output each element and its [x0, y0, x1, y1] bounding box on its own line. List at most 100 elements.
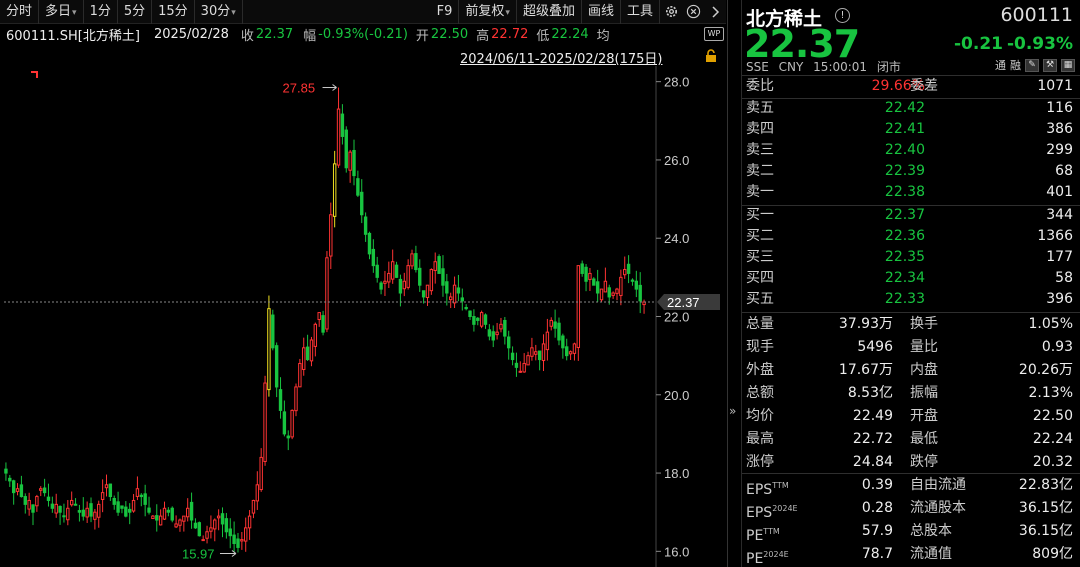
edit-icon[interactable]: ✎ — [1025, 58, 1039, 72]
fund-value: 0.28 — [861, 500, 893, 516]
period-tab-multiday[interactable]: 多日 — [39, 0, 84, 24]
draw-line-button[interactable]: 画线 — [582, 0, 621, 24]
ask-row[interactable]: 卖四 22.41 386 — [742, 119, 1080, 140]
date-range-text[interactable]: 2024/06/11-2025/02/28(175日) — [460, 52, 663, 67]
grid-icon[interactable]: ▦ — [1061, 58, 1075, 72]
bid-price: 22.33 — [884, 291, 925, 307]
stat-label: 均价 — [746, 408, 774, 424]
candle — [170, 506, 174, 523]
stat-label: 外盘 — [746, 362, 774, 378]
bid-row[interactable]: 买三 22.35 177 — [742, 247, 1080, 268]
date-range[interactable]: 2024/06/11-2025/02/28(175日) — [460, 48, 726, 67]
ask-price: 22.40 — [884, 142, 925, 158]
stat-value: 2.13% — [1028, 385, 1073, 401]
y-tick-label: 22.0 — [664, 310, 689, 325]
tool-icon[interactable]: ⚒ — [1043, 58, 1057, 72]
bid-label: 买五 — [746, 291, 774, 307]
bid-volume: 396 — [1046, 291, 1073, 307]
stat-value: 17.67万 — [838, 362, 893, 378]
ask-label: 卖五 — [746, 100, 774, 116]
bid-price: 22.36 — [884, 228, 925, 244]
stat-label: 跌停 — [910, 454, 938, 470]
currency: CNY — [778, 60, 804, 74]
period-tab-30min[interactable]: 30分 — [195, 0, 243, 24]
fundamental-row: EPS2024E 0.28 流通股本 36.15亿 — [742, 497, 1080, 521]
stats-row: 均价 22.49 开盘 22.50 — [742, 405, 1080, 428]
stat-label: 量比 — [910, 339, 938, 355]
stat-label: 内盘 — [910, 362, 938, 378]
stats-row: 总额 8.53亿 振幅 2.13% — [742, 382, 1080, 405]
ask-volume: 68 — [1055, 163, 1073, 179]
stat-value: 20.26万 — [1018, 362, 1073, 378]
fund-label: 自由流通 — [910, 477, 966, 493]
tag-tong: 通 — [995, 59, 1006, 72]
fund-value: 22.83亿 — [1018, 477, 1073, 493]
bid-row[interactable]: 买二 22.36 1366 — [742, 226, 1080, 247]
period-tab-1min[interactable]: 1分 — [84, 0, 118, 24]
ask-volume: 386 — [1046, 121, 1073, 137]
bid-price: 22.37 — [884, 207, 925, 223]
fund-value: 57.9 — [861, 523, 893, 539]
bid-volume: 177 — [1046, 249, 1073, 265]
stat-label: 最高 — [746, 431, 774, 447]
candlestick-chart[interactable]: 28.0 26.0 24.0 22.0 20.0 18.0 16.0 22.37 27.85 1… — [0, 66, 726, 567]
info-icon[interactable]: ! — [835, 8, 850, 23]
price-change: -0.21 — [954, 34, 1003, 54]
bid-row[interactable]: 买一 22.37 344 — [742, 205, 1080, 226]
ask-price: 22.39 — [884, 163, 925, 179]
candle — [267, 295, 271, 397]
candle — [325, 251, 329, 333]
candle — [263, 375, 267, 466]
stat-label: 振幅 — [910, 385, 938, 401]
period-tab-15min[interactable]: 15分 — [152, 0, 195, 24]
bid-volume: 1366 — [1037, 228, 1073, 244]
lock-icon[interactable] — [704, 49, 718, 63]
close-value: 22.37 — [255, 26, 294, 42]
ask-row[interactable]: 卖五 22.42 116 — [742, 98, 1080, 119]
tools-button[interactable]: 工具 — [621, 0, 660, 24]
fund-value: 809亿 — [1032, 546, 1073, 562]
fund-value: 36.15亿 — [1018, 500, 1073, 516]
collapse-icon[interactable]: » — [729, 404, 736, 418]
y-tick-label: 18.0 — [664, 466, 689, 481]
chevron-right-icon[interactable] — [704, 0, 726, 24]
candle — [290, 409, 294, 440]
ask-row[interactable]: 卖一 22.38 401 — [742, 182, 1080, 203]
adjust-button[interactable]: 前复权 — [459, 0, 517, 24]
stats-row: 外盘 17.67万 内盘 20.26万 — [742, 359, 1080, 382]
bid-row[interactable]: 买四 22.34 58 — [742, 268, 1080, 289]
overlay-button[interactable]: 超级叠加 — [517, 0, 582, 24]
ask-row[interactable]: 卖二 22.39 68 — [742, 161, 1080, 182]
stat-value: 0.93 — [1041, 339, 1073, 355]
bid-label: 买一 — [746, 207, 774, 223]
ask-volume: 299 — [1046, 142, 1073, 158]
y-tick-label: 24.0 — [664, 231, 689, 246]
ask-label: 卖一 — [746, 184, 774, 200]
candle — [599, 288, 604, 303]
stats-row: 总量 37.93万 换手 1.05% — [742, 313, 1080, 336]
fund-value: 0.39 — [861, 477, 893, 493]
period-tab-5min[interactable]: 5分 — [118, 0, 153, 24]
wp-icon[interactable]: WP — [704, 27, 724, 41]
gear-icon[interactable] — [660, 0, 682, 24]
period-tab-intraday[interactable]: 分时 — [0, 0, 40, 24]
bid-volume: 344 — [1046, 207, 1073, 223]
panel-collapse-bar[interactable]: » — [728, 0, 742, 567]
stat-value: 20.32 — [1032, 454, 1073, 470]
badge-group: 通 融 ✎ ⚒ ▦ — [995, 57, 1075, 73]
fund-value: 78.7 — [861, 546, 893, 562]
close-icon[interactable] — [682, 0, 704, 24]
fundamental-row: PETTM 57.9 总股本 36.15亿 — [742, 520, 1080, 544]
quote-bar: 600111.SH[北方稀土] 2025/02/28 收 22.37 幅 -0.… — [6, 26, 610, 44]
last-price-label: 22.37 — [667, 295, 700, 310]
stat-value: 22.72 — [852, 431, 893, 447]
price-change-pct: -0.93% — [1006, 34, 1073, 54]
f9-button[interactable]: F9 — [431, 0, 460, 24]
ask-label: 卖二 — [746, 163, 774, 179]
fund-label: 流通股本 — [910, 500, 966, 516]
candle — [197, 521, 202, 537]
high-annotation: 27.85 — [283, 81, 316, 96]
bid-price: 22.34 — [884, 270, 925, 286]
bid-row[interactable]: 买五 22.33 396 — [742, 289, 1080, 310]
ask-row[interactable]: 卖三 22.40 299 — [742, 140, 1080, 161]
